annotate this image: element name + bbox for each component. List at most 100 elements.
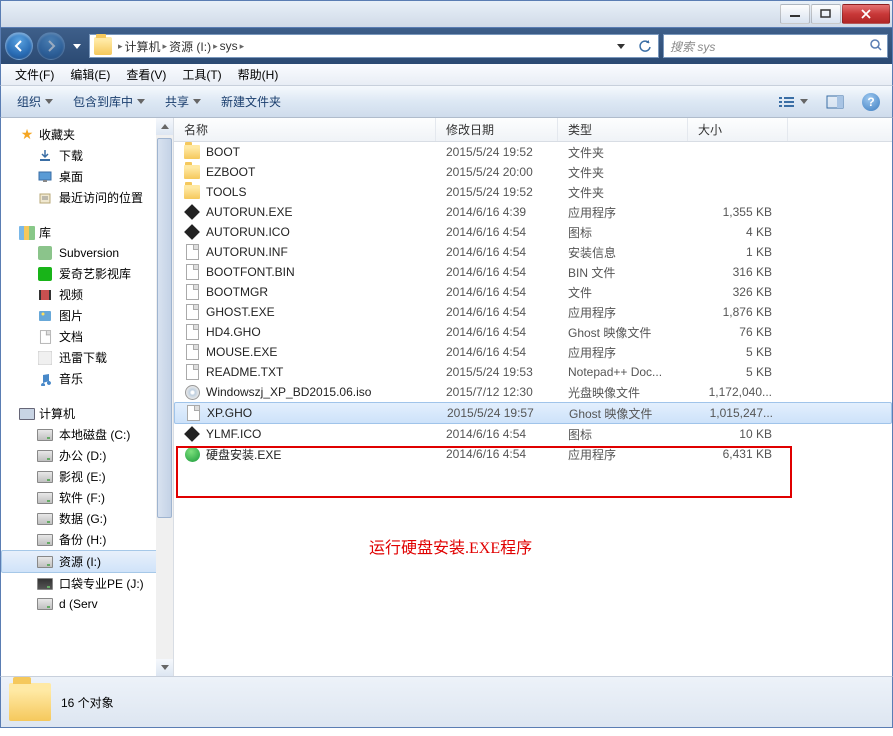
file-name: BOOT [206,145,240,159]
history-dropdown[interactable] [69,36,85,56]
sidebar-item-documents[interactable]: 文档 [1,326,173,347]
scroll-thumb[interactable] [157,138,172,518]
sidebar-favorites-header[interactable]: ★收藏夹 [1,124,173,145]
file-date: 2014/6/16 4:54 [436,245,558,259]
menu-edit[interactable]: 编辑(E) [62,64,118,85]
drive-icon [37,598,53,610]
menu-view[interactable]: 查看(V) [118,64,174,85]
sidebar-item-xunlei[interactable]: 迅雷下载 [1,347,173,368]
view-options-button[interactable] [772,91,814,113]
search-icon[interactable] [869,38,883,55]
sidebar-item-iqiyi[interactable]: 爱奇艺影视库 [1,263,173,284]
sidebar-drive-net[interactable]: d (Serv [1,594,173,614]
file-row[interactable]: XP.GHO2015/5/24 19:57Ghost 映像文件1,015,247… [174,402,892,424]
file-icon [184,426,200,442]
close-button[interactable] [842,4,890,24]
sidebar-item-downloads[interactable]: 下载 [1,145,173,166]
refresh-button[interactable] [634,35,656,57]
file-size: 326 KB [688,285,788,299]
file-row[interactable]: EZBOOT2015/5/24 20:00文件夹 [174,162,892,182]
file-row[interactable]: HD4.GHO2014/6/16 4:54Ghost 映像文件76 KB [174,322,892,342]
file-size: 1,355 KB [688,205,788,219]
drive-icon [37,471,53,483]
sidebar-item-desktop[interactable]: 桌面 [1,166,173,187]
file-row[interactable]: TOOLS2015/5/24 19:52文件夹 [174,182,892,202]
file-type: 文件夹 [558,184,688,201]
file-row[interactable]: 硬盘安装.EXE2014/6/16 4:54应用程序6,431 KB [174,444,892,464]
file-date: 2015/5/24 19:57 [437,406,559,420]
file-date: 2015/5/24 19:52 [436,145,558,159]
iqiyi-icon [37,266,53,282]
breadcrumb-computer[interactable]: 计算机 [123,36,163,57]
video-icon [37,287,53,303]
scroll-down-button[interactable] [156,659,173,676]
sidebar-drive-e[interactable]: 影视 (E:) [1,466,173,487]
address-bar[interactable]: ▸ 计算机 ▸ 资源 (I:) ▸ sys ▸ [89,34,659,58]
sidebar-drive-i[interactable]: 资源 (I:) [1,550,173,573]
file-name-cell: README.TXT [174,364,436,380]
organize-menu[interactable]: 组织 [7,89,63,114]
menu-tools[interactable]: 工具(T) [174,64,229,85]
new-folder-button[interactable]: 新建文件夹 [211,89,291,114]
file-row[interactable]: GHOST.EXE2014/6/16 4:54应用程序1,876 KB [174,302,892,322]
file-row[interactable]: BOOT2015/5/24 19:52文件夹 [174,142,892,162]
file-row[interactable]: BOOTMGR2014/6/16 4:54文件326 KB [174,282,892,302]
file-size: 1,015,247... [689,406,789,420]
file-name-cell: AUTORUN.ICO [174,224,436,240]
file-row[interactable]: AUTORUN.EXE2014/6/16 4:39应用程序1,355 KB [174,202,892,222]
file-row[interactable]: BOOTFONT.BIN2014/6/16 4:54BIN 文件316 KB [174,262,892,282]
file-name: TOOLS [206,185,246,199]
forward-button[interactable] [37,32,65,60]
share-menu[interactable]: 共享 [155,89,211,114]
column-headers: 名称 修改日期 类型 大小 [174,118,892,142]
file-row[interactable]: MOUSE.EXE2014/6/16 4:54应用程序5 KB [174,342,892,362]
sidebar-libraries-header[interactable]: 库 [1,222,173,243]
sidebar-drive-g[interactable]: 数据 (G:) [1,508,173,529]
minimize-button[interactable] [780,4,810,24]
preview-pane-button[interactable] [820,91,850,113]
sidebar-drive-c[interactable]: 本地磁盘 (C:) [1,424,173,445]
column-size[interactable]: 大小 [688,118,788,141]
file-date: 2014/6/16 4:39 [436,205,558,219]
menu-file[interactable]: 文件(F) [7,64,62,85]
maximize-button[interactable] [811,4,841,24]
sidebar-scrollbar[interactable] [156,118,173,676]
search-input[interactable]: 搜索 sys [663,34,888,58]
column-date[interactable]: 修改日期 [436,118,558,141]
file-row[interactable]: AUTORUN.ICO2014/6/16 4:54图标4 KB [174,222,892,242]
column-type[interactable]: 类型 [558,118,688,141]
file-name: BOOTFONT.BIN [206,265,295,279]
sidebar-item-videos[interactable]: 视频 [1,284,173,305]
file-size: 316 KB [688,265,788,279]
file-size: 5 KB [688,345,788,359]
sidebar-drive-j[interactable]: 口袋专业PE (J:) [1,573,173,594]
file-row[interactable]: AUTORUN.INF2014/6/16 4:54安装信息1 KB [174,242,892,262]
breadcrumb-folder[interactable]: sys [218,37,240,55]
sidebar-computer-header[interactable]: 计算机 [1,403,173,424]
menu-help[interactable]: 帮助(H) [230,64,287,85]
file-row[interactable]: README.TXT2015/5/24 19:53Notepad++ Doc..… [174,362,892,382]
sidebar-drive-d[interactable]: 办公 (D:) [1,445,173,466]
address-dropdown[interactable] [610,35,632,57]
scroll-up-button[interactable] [156,118,173,135]
drive-icon [37,492,53,504]
file-icon [184,284,200,300]
file-row[interactable]: Windowszj_XP_BD2015.06.iso2015/7/12 12:3… [174,382,892,402]
sidebar-drive-f[interactable]: 软件 (F:) [1,487,173,508]
sidebar-item-subversion[interactable]: Subversion [1,243,173,263]
breadcrumb-drive[interactable]: 资源 (I:) [167,36,213,57]
column-name[interactable]: 名称 [174,118,436,141]
chevron-right-icon[interactable]: ▸ [240,41,245,52]
sidebar-drive-h[interactable]: 备份 (H:) [1,529,173,550]
file-size: 5 KB [688,365,788,379]
include-library-menu[interactable]: 包含到库中 [63,89,155,114]
file-type: 光盘映像文件 [558,384,688,401]
help-button[interactable]: ? [856,89,886,115]
file-list-view: 名称 修改日期 类型 大小 BOOT 2015/5/24 19:52 文件夹 EZBO… [174,118,892,676]
file-size: 76 KB [688,325,788,339]
back-button[interactable] [5,32,33,60]
sidebar-item-music[interactable]: 音乐 [1,368,173,389]
sidebar-item-pictures[interactable]: 图片 [1,305,173,326]
file-row[interactable]: YLMF.ICO2014/6/16 4:54图标10 KB [174,424,892,444]
sidebar-item-recent[interactable]: 最近访问的位置 [1,187,173,208]
